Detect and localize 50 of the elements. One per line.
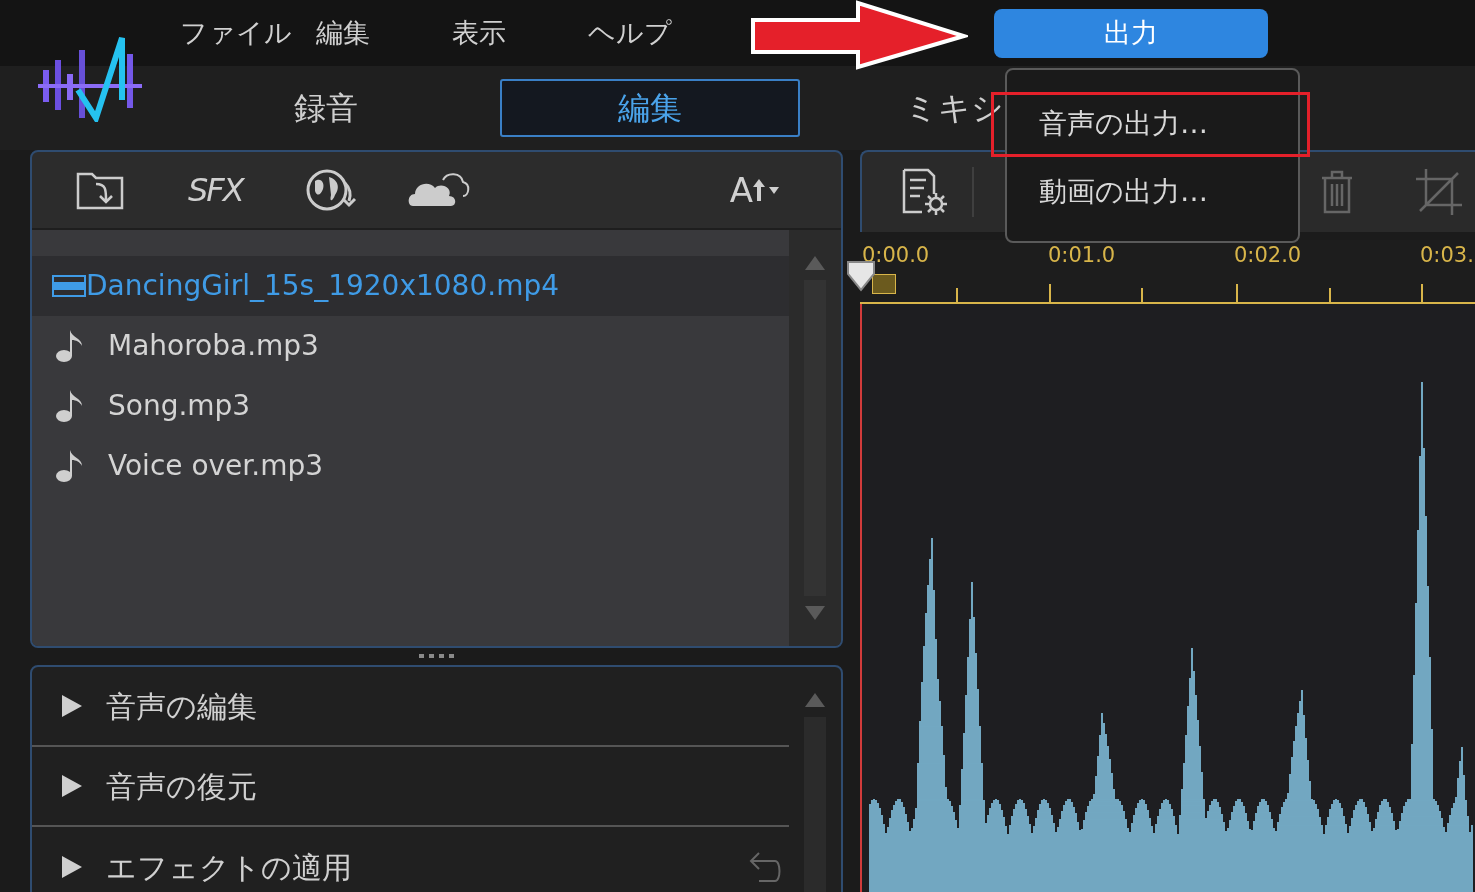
import-folder-icon[interactable] (76, 170, 124, 210)
section-title: エフェクトの適用 (106, 848, 352, 887)
sfx-button[interactable]: SFX (188, 166, 243, 214)
file-row[interactable]: Song.mp3 (32, 376, 789, 436)
file-name: Mahoroba.mp3 (108, 328, 319, 364)
time-label: 0:00.0 (862, 242, 931, 269)
file-name: Song.mp3 (108, 388, 251, 424)
music-note-icon (56, 330, 84, 362)
file-row[interactable]: Voice over.mp3 (32, 436, 789, 496)
caret-icon (769, 186, 779, 194)
menu-option[interactable]: 動画の出力… (1007, 158, 1298, 226)
music-note-icon (56, 390, 84, 422)
mode-tab[interactable]: 録音 (236, 79, 416, 137)
scroll-up-icon[interactable] (805, 693, 825, 707)
scroll-down-icon[interactable] (805, 606, 825, 620)
menu-item[interactable]: ファイル (180, 12, 316, 54)
time-label: 0:01.0 (1048, 242, 1117, 269)
section-title: 音声の復元 (106, 767, 257, 806)
document-gear-icon[interactable] (902, 168, 948, 216)
menu-option[interactable]: 音声の出力… (1007, 90, 1298, 158)
expand-triangle-icon (62, 775, 82, 797)
expand-triangle-icon (62, 856, 82, 878)
file-name: Voice over.mp3 (108, 448, 324, 484)
file-name: DancingGirl_15s_1920x1080.mp4 (86, 268, 559, 304)
mode-tab[interactable]: 編集 (500, 79, 800, 137)
music-note-icon (56, 450, 84, 482)
output-button[interactable]: 出力 (994, 8, 1268, 58)
expand-triangle-icon (62, 695, 82, 717)
file-row[interactable]: DancingGirl_15s_1920x1080.mp4 (32, 256, 789, 316)
playhead-handle-icon[interactable] (846, 260, 876, 292)
reset-icon[interactable] (749, 851, 783, 883)
time-label: 0:02.0 (1234, 242, 1303, 269)
sort-button[interactable]: A (729, 164, 753, 216)
film-icon (52, 275, 86, 297)
effect-section-row[interactable]: エフェクトの適用 (32, 827, 789, 892)
menu-item[interactable]: 表示 (452, 12, 588, 54)
menu-item[interactable]: ヘルプ (588, 12, 724, 54)
cloud-icon[interactable] (406, 172, 471, 208)
scroll-up-icon[interactable] (805, 256, 825, 270)
section-title: 音声の編集 (106, 687, 257, 726)
crop-icon[interactable] (1416, 169, 1462, 215)
file-row[interactable]: Mahoroba.mp3 (32, 316, 789, 376)
clip-marker (872, 274, 896, 294)
up-arrow-icon (753, 179, 765, 201)
trash-icon[interactable] (1320, 170, 1354, 214)
effect-section-row[interactable]: 音声の復元 (32, 747, 789, 827)
menu-item[interactable]: 編集 (316, 12, 452, 54)
splitter-handle[interactable] (418, 653, 455, 659)
effect-section-row[interactable]: 音声の編集 (32, 667, 789, 747)
time-label: 0:03. (1420, 242, 1474, 269)
